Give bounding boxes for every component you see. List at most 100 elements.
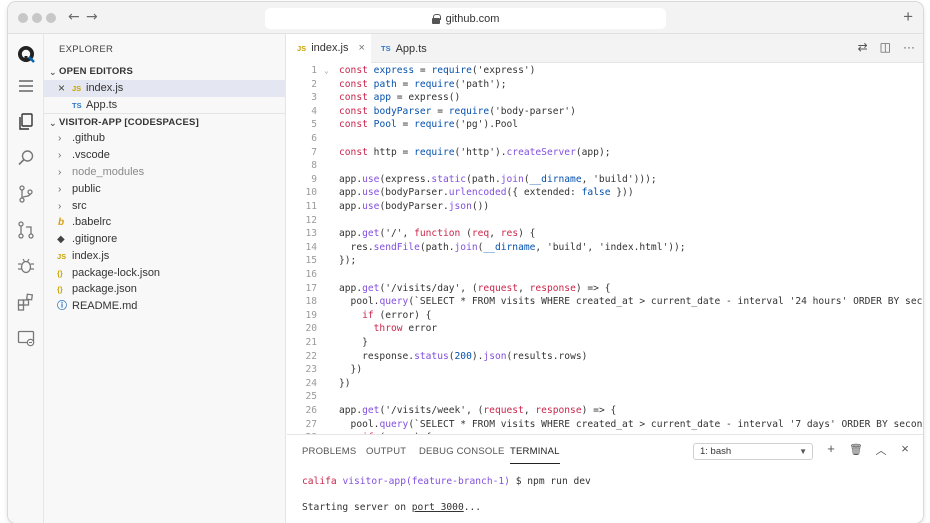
- close-icon[interactable]: ×: [58, 80, 65, 97]
- tree-file-index-js[interactable]: JS index.js: [44, 248, 286, 265]
- code-line[interactable]: 17 app.get('/visits/day', (request, respo…: [287, 282, 923, 296]
- code-line[interactable]: 22 response.status(200).json(results.row…: [287, 350, 923, 364]
- code-line[interactable]: 20 throw error: [287, 322, 923, 336]
- open-editor-item-app-ts[interactable]: TS App.ts: [44, 97, 286, 114]
- code-text: }: [339, 337, 368, 348]
- code-line[interactable]: 6: [287, 132, 923, 146]
- forward-arrow-icon[interactable]: →: [86, 9, 98, 25]
- code-text: const http = require('http').createServe…: [339, 146, 611, 158]
- back-arrow-icon[interactable]: ←: [68, 9, 80, 25]
- address-bar[interactable]: github.com: [265, 8, 666, 29]
- tree-folder-vscode[interactable]: › .vscode: [44, 147, 286, 164]
- new-tab-plus-icon[interactable]: +: [903, 7, 913, 27]
- terminal-user: califa: [302, 476, 337, 487]
- pull-request-icon[interactable]: [16, 220, 36, 240]
- window-close-dot[interactable]: [18, 13, 28, 23]
- tab-terminal[interactable]: TERMINAL: [510, 446, 560, 464]
- folder-label: .github: [72, 132, 106, 144]
- code-line[interactable]: 7 const http = require('http').createServ…: [287, 146, 923, 160]
- code-line[interactable]: 21 }: [287, 336, 923, 350]
- maximize-panel-chevron-up-icon[interactable]: ︿: [873, 442, 889, 458]
- window-zoom-dot[interactable]: [46, 13, 56, 23]
- more-actions-icon[interactable]: ···: [903, 40, 915, 54]
- window-minimize-dot[interactable]: [32, 13, 42, 23]
- menu-icon[interactable]: [16, 76, 36, 96]
- terminal-output-prefix: Starting server on: [302, 502, 412, 513]
- code-line[interactable]: 11 app.use(bodyParser.json()): [287, 200, 923, 214]
- tree-folder-public[interactable]: › public: [44, 181, 286, 198]
- terminal-shell-select[interactable]: 1: bash ▼: [693, 443, 813, 460]
- open-changes-icon[interactable]: ⇄: [858, 40, 868, 54]
- tree-file-babelrc[interactable]: b .babelrc: [44, 214, 286, 231]
- tree-file-readme-md[interactable]: ⓘ README.md: [44, 298, 286, 315]
- fold-chevron-icon[interactable]: ⌄: [324, 64, 329, 78]
- shell-select-value: 1: bash: [700, 446, 732, 457]
- code-line[interactable]: 12: [287, 214, 923, 228]
- code-line[interactable]: 23 }): [287, 363, 923, 377]
- code-line[interactable]: 24}): [287, 377, 923, 391]
- code-area[interactable]: 1 ⌄ const express = require('express') 2 con…: [287, 64, 923, 434]
- open-editors-header[interactable]: ⌄ OPEN EDITORS: [44, 63, 286, 81]
- close-panel-icon[interactable]: ×: [897, 441, 913, 456]
- tree-folder-node-modules[interactable]: › node_modules: [44, 164, 286, 181]
- code-line[interactable]: 10 app.use(bodyParser.urlencoded({ extend…: [287, 186, 923, 200]
- tab-app-ts[interactable]: TS App.ts: [371, 34, 451, 63]
- open-editor-item-index-js[interactable]: × JS index.js: [44, 80, 286, 97]
- line-number: 23: [305, 364, 317, 376]
- source-control-icon[interactable]: [16, 184, 36, 204]
- debug-bug-icon[interactable]: [16, 256, 36, 276]
- tab-debug-console[interactable]: DEBUG CONSOLE: [419, 446, 504, 457]
- code-line[interactable]: 26 app.get('/visits/week', (request, resp…: [287, 404, 923, 418]
- code-line[interactable]: 4 const bodyParser = require('body-parser…: [287, 105, 923, 119]
- workspace-header[interactable]: ⌄ VISITOR-APP [CODESPACES]: [44, 113, 286, 131]
- code-line[interactable]: 2 const path = require('path');: [287, 78, 923, 92]
- chevron-right-icon: ›: [58, 133, 62, 144]
- kill-terminal-trash-icon[interactable]: 🗑: [848, 443, 864, 456]
- chevron-down-icon: ▼: [799, 447, 807, 456]
- split-editor-icon[interactable]: ◫: [880, 40, 891, 54]
- code-text: }): [339, 377, 351, 389]
- tab-problems[interactable]: PROBLEMS: [302, 446, 356, 457]
- line-number: 24: [305, 377, 317, 389]
- code-line[interactable]: 19 if (error) {: [287, 309, 923, 323]
- code-text: const path = require('path');: [339, 78, 507, 90]
- code-line[interactable]: 15});: [287, 254, 923, 268]
- folder-label: src: [72, 200, 87, 212]
- line-number: 27: [305, 418, 317, 430]
- code-line[interactable]: 18 pool.query(`SELECT * FROM visits WHER…: [287, 295, 923, 309]
- tree-file-package-json[interactable]: {} package.json: [44, 281, 286, 298]
- editor-tabs: JS index.js × TS App.ts ⇄ ◫ ···: [287, 34, 923, 63]
- code-line[interactable]: 14 res.sendFile(path.join(__dirname, 'bu…: [287, 241, 923, 255]
- tab-output[interactable]: OUTPUT: [366, 446, 406, 457]
- code-line[interactable]: 9 app.use(express.static(path.join(__dirn…: [287, 173, 923, 187]
- tree-file-package-lock-json[interactable]: {} package-lock.json: [44, 265, 286, 282]
- remote-explorer-icon[interactable]: [16, 328, 36, 348]
- code-line[interactable]: 3 const app = express(): [287, 91, 923, 105]
- open-editor-label: App.ts: [86, 99, 118, 111]
- terminal-command: $ npm run dev: [515, 476, 591, 487]
- new-terminal-plus-icon[interactable]: +: [823, 441, 839, 456]
- code-line[interactable]: 16: [287, 268, 923, 282]
- tree-folder-src[interactable]: › src: [44, 198, 286, 215]
- tree-file-gitignore[interactable]: ◆ .gitignore: [44, 231, 286, 248]
- code-line[interactable]: 27 pool.query(`SELECT * FROM visits WHER…: [287, 418, 923, 432]
- code-line[interactable]: 5 const Pool = require('pg').Pool: [287, 118, 923, 132]
- code-line[interactable]: 25: [287, 390, 923, 404]
- code-line[interactable]: 13 app.get('/', function (req, res) {: [287, 227, 923, 241]
- js-file-icon: JS: [57, 252, 67, 261]
- line-number: 12: [305, 214, 317, 226]
- code-line[interactable]: 1 ⌄ const express = require('express'): [287, 64, 923, 78]
- github-logo-icon[interactable]: [16, 44, 36, 64]
- search-icon[interactable]: [16, 148, 36, 168]
- editor-actions: ⇄ ◫ ···: [858, 40, 915, 54]
- explorer-files-icon[interactable]: [16, 112, 36, 132]
- line-number: 8: [311, 160, 317, 172]
- terminal-port-link[interactable]: port 3000: [412, 502, 464, 513]
- tree-folder-github[interactable]: › .github: [44, 130, 286, 147]
- close-icon[interactable]: ×: [358, 42, 364, 54]
- line-number: 16: [305, 269, 317, 280]
- extensions-icon[interactable]: [16, 292, 36, 312]
- code-text: const bodyParser = require('body-parser'…: [339, 105, 576, 117]
- code-line[interactable]: 8: [287, 159, 923, 173]
- tab-index-js[interactable]: JS index.js ×: [287, 34, 371, 63]
